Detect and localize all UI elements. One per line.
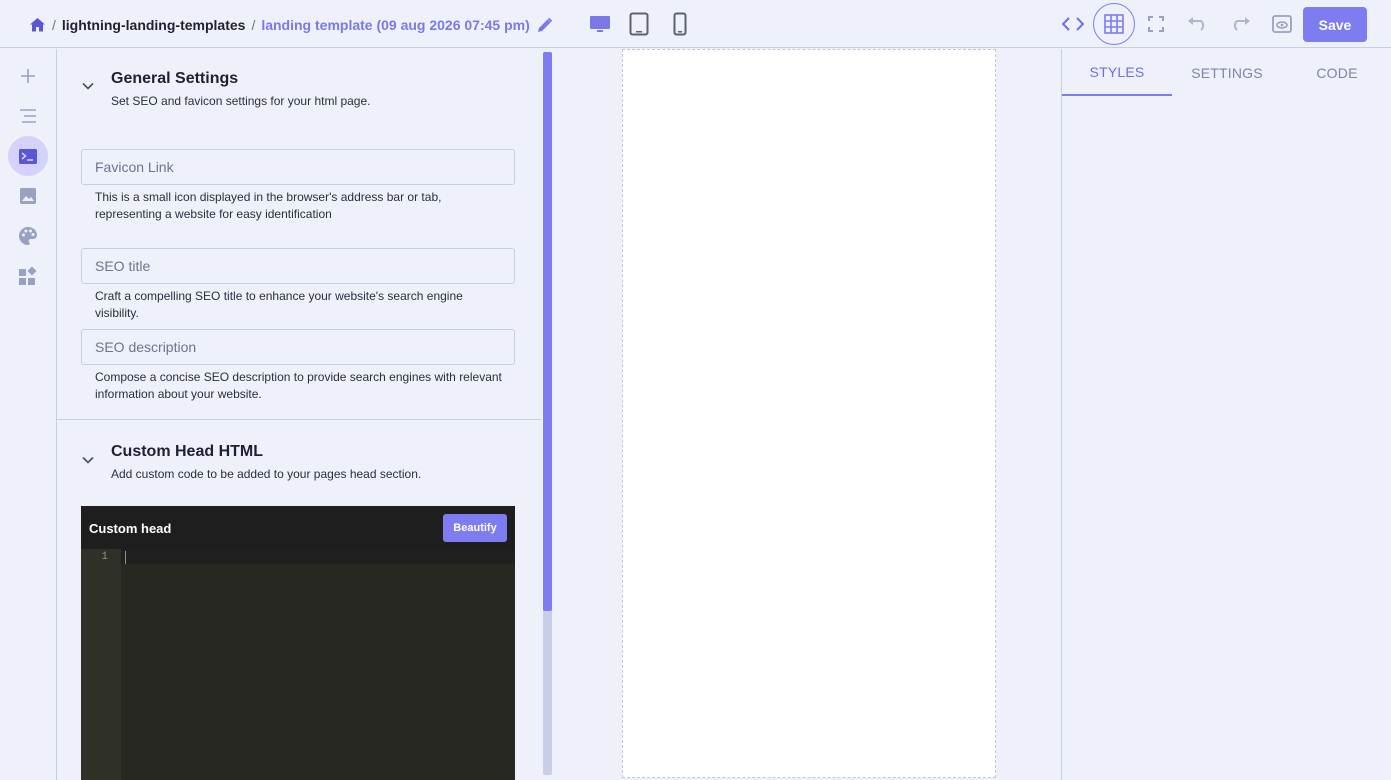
fullscreen-icon[interactable]: [1146, 14, 1166, 34]
section-divider: [57, 419, 541, 420]
favicon-help-text: This is a small icon displayed in the br…: [95, 190, 442, 221]
breadcrumb-project[interactable]: lightning-landing-templates: [62, 17, 246, 33]
grid-icon[interactable]: [1093, 3, 1135, 45]
save-button[interactable]: Save: [1303, 7, 1367, 42]
breadcrumb-separator: /: [251, 17, 256, 33]
seo-description-help-text: Compose a concise SEO description to pro…: [95, 370, 502, 401]
add-icon[interactable]: [8, 56, 48, 96]
text-cursor: [125, 551, 126, 564]
chevron-down-icon[interactable]: [81, 79, 95, 93]
home-icon[interactable]: [29, 17, 46, 33]
panel-scrollbar-thumb[interactable]: [543, 52, 552, 611]
general-settings-title: General Settings: [111, 70, 239, 87]
mobile-icon[interactable]: [670, 11, 690, 37]
custom-head-code-editor[interactable]: Custom head Beautify 1: [81, 506, 515, 780]
tab-settings[interactable]: SETTINGS: [1172, 49, 1282, 96]
editor-header: Custom head Beautify: [81, 506, 515, 549]
custom-head-subtitle: Add custom code to be added to your page…: [111, 467, 422, 481]
undo-icon[interactable]: [1186, 14, 1210, 34]
right-panel: STYLES SETTINGS CODE: [1061, 49, 1391, 780]
code-icon[interactable]: [1061, 13, 1085, 35]
top-bar: / lightning-landing-templates / landing …: [0, 0, 1391, 48]
chevron-down-icon[interactable]: [81, 453, 95, 467]
editor-title: Custom head: [89, 521, 172, 536]
layers-icon[interactable]: [8, 96, 48, 136]
desktop-icon[interactable]: [588, 12, 612, 36]
tab-styles[interactable]: STYLES: [1062, 49, 1172, 96]
left-rail: [0, 49, 57, 780]
page-settings-icon[interactable]: [8, 136, 48, 176]
line-number: 1: [101, 551, 108, 563]
seo-description-input[interactable]: [81, 329, 515, 365]
breadcrumb: / lightning-landing-templates / landing …: [29, 16, 553, 34]
favicon-link-input[interactable]: [81, 149, 515, 185]
breadcrumb-separator: /: [52, 17, 56, 33]
custom-head-title: Custom Head HTML: [111, 443, 263, 460]
seo-title-help-text: Craft a compelling SEO title to enhance …: [95, 289, 463, 320]
media-icon[interactable]: [8, 176, 48, 216]
beautify-button[interactable]: Beautify: [443, 514, 507, 542]
breadcrumb-page: landing template (09 aug 2026 07:45 pm): [261, 17, 530, 33]
editor-gutter: 1: [81, 549, 121, 780]
page-canvas[interactable]: [622, 49, 996, 778]
editor-active-line[interactable]: [121, 549, 515, 564]
theme-icon[interactable]: [8, 216, 48, 256]
blocks-icon[interactable]: [8, 256, 48, 296]
tab-code[interactable]: CODE: [1282, 49, 1391, 96]
page-settings-panel: General Settings Set SEO and favicon set…: [57, 49, 541, 780]
preview-icon[interactable]: [1270, 13, 1294, 35]
seo-title-input[interactable]: [81, 248, 515, 284]
general-settings-subtitle: Set SEO and favicon settings for your ht…: [111, 94, 371, 108]
edit-icon[interactable]: [536, 17, 553, 34]
redo-icon[interactable]: [1228, 14, 1252, 34]
tablet-icon[interactable]: [627, 11, 651, 37]
